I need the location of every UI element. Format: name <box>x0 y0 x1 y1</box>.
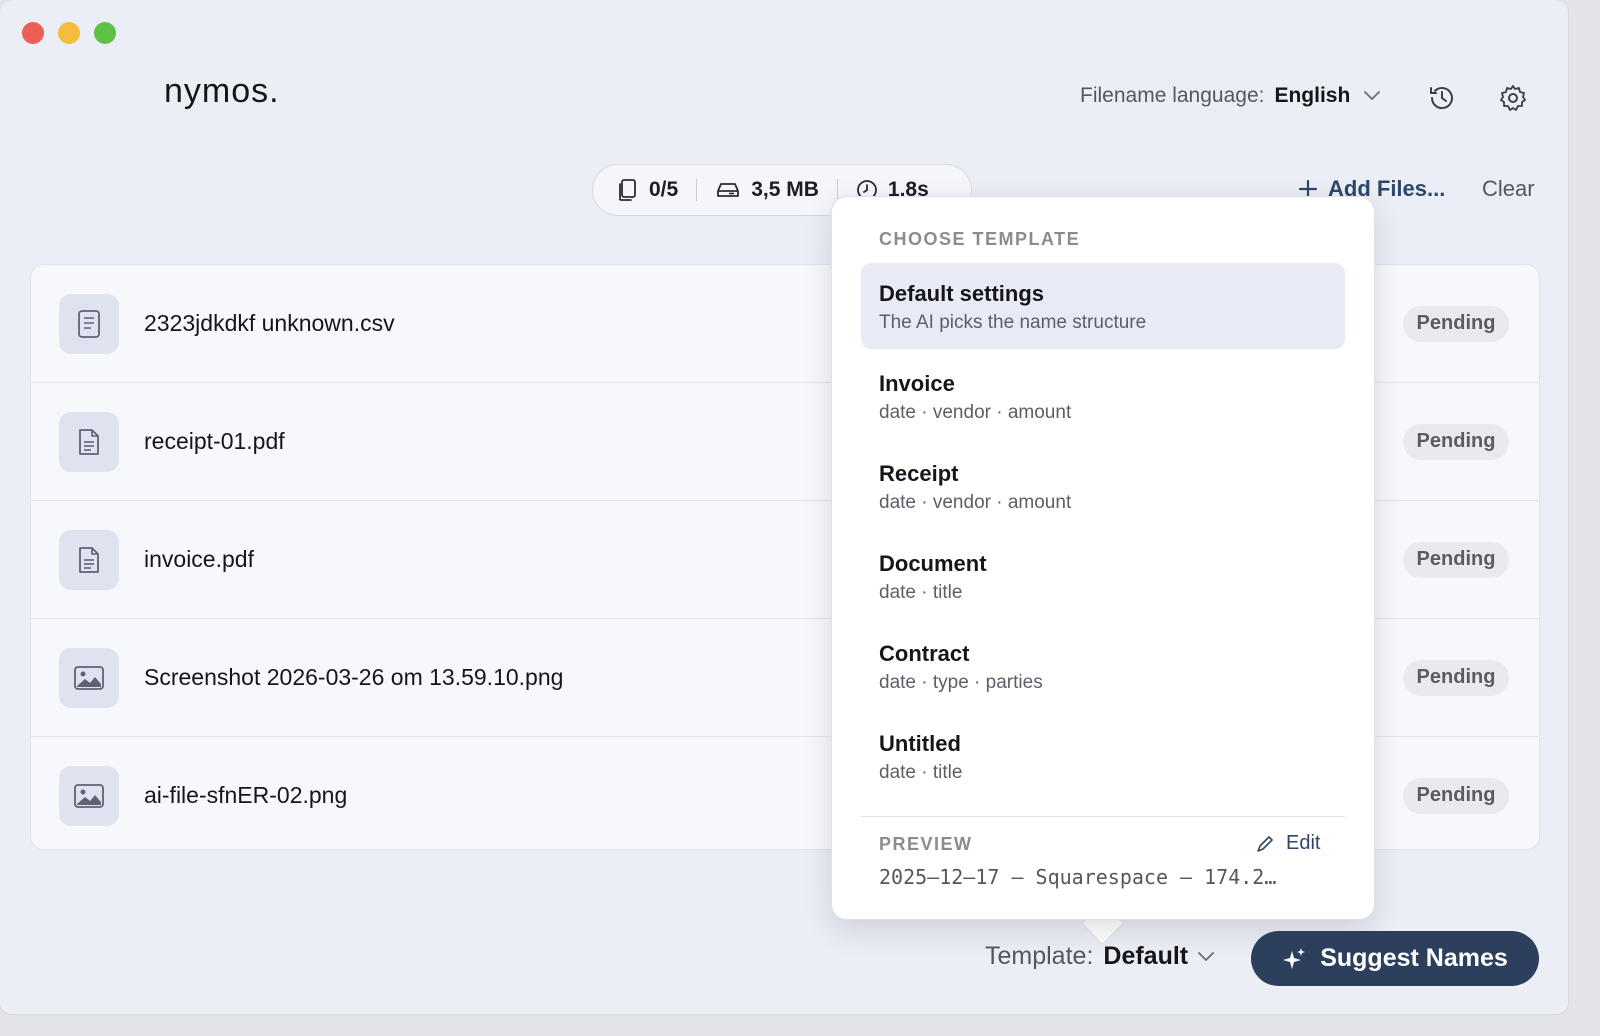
template-option-name: Invoice <box>879 371 955 396</box>
files-icon <box>619 179 636 201</box>
template-option-receipt[interactable]: Receipt date · vendor · amount <box>861 443 1345 529</box>
file-count-value: 0/5 <box>649 178 679 201</box>
size-stat: 3,5 MB <box>697 178 837 202</box>
size-value: 3,5 MB <box>751 178 819 201</box>
app-window: nymos. Filename language: English 0/5 3,… <box>0 0 1568 1014</box>
preview-filename: 2025–12–17 – Squarespace – 174.2… <box>879 865 1277 889</box>
template-option-name: Contract <box>879 641 970 666</box>
image-icon <box>74 783 104 808</box>
pencil-icon <box>1257 835 1273 852</box>
settings-button[interactable] <box>1495 80 1531 116</box>
zoom-window-button[interactable] <box>94 22 116 44</box>
template-option-desc: date · title <box>879 762 963 783</box>
app-logo: nymos. <box>164 72 280 110</box>
file-name: Screenshot 2026-03-26 om 13.59.10.png <box>144 664 564 690</box>
gear-icon <box>1500 85 1526 111</box>
template-option-untitled[interactable]: Untitled date · title <box>861 713 1345 799</box>
template-option-invoice[interactable]: Invoice date · vendor · amount <box>861 353 1345 439</box>
history-icon <box>1430 87 1453 110</box>
drive-icon <box>717 183 740 197</box>
file-name: receipt-01.pdf <box>144 428 285 454</box>
template-select[interactable]: Template: Default <box>985 942 1215 971</box>
file-type-icon-box <box>59 411 119 472</box>
edit-template-button[interactable]: Edit <box>1256 832 1320 855</box>
window-controls <box>22 22 116 44</box>
template-option-desc: date · type · parties <box>879 672 1043 693</box>
status-badge: Pending <box>1403 423 1509 460</box>
sparkle-icon <box>1283 947 1306 969</box>
document-icon <box>79 546 99 573</box>
status-badge: Pending <box>1403 659 1509 696</box>
file-name: 2323jdkdkf unknown.csv <box>144 310 395 336</box>
template-option-desc: The AI picks the name structure <box>879 312 1147 333</box>
file-count-stat: 0/5 <box>617 178 696 202</box>
suggest-names-label: Suggest Names <box>1320 944 1508 972</box>
spreadsheet-icon <box>78 309 100 338</box>
template-select-label: Template: <box>985 942 1094 970</box>
filename-language-label: Filename language: <box>1080 84 1265 107</box>
file-type-icon-box <box>59 293 119 354</box>
template-option-desc: date · vendor · amount <box>879 402 1072 423</box>
status-badge: Pending <box>1403 541 1509 578</box>
template-option-name: Document <box>879 551 987 576</box>
history-button[interactable] <box>1424 80 1460 116</box>
file-name: ai-file-sfnER-02.png <box>144 782 348 808</box>
template-option-name: Receipt <box>879 461 959 486</box>
minimize-window-button[interactable] <box>58 22 80 44</box>
chevron-down-icon <box>1364 91 1381 100</box>
status-badge: Pending <box>1403 305 1509 342</box>
preview-title: PREVIEW <box>879 834 973 854</box>
popover-divider <box>861 816 1345 817</box>
template-option-name: Default settings <box>879 281 1045 306</box>
filename-language-value: English <box>1274 84 1351 107</box>
template-option-name: Untitled <box>879 731 961 756</box>
clear-button[interactable]: Clear <box>1482 176 1535 202</box>
file-type-icon-box <box>59 765 119 826</box>
file-name: invoice.pdf <box>144 546 254 572</box>
close-window-button[interactable] <box>22 22 44 44</box>
image-icon <box>74 665 104 690</box>
template-option-contract[interactable]: Contract date · type · parties <box>861 623 1345 709</box>
template-option-document[interactable]: Document date · title <box>861 533 1345 619</box>
document-icon <box>79 428 99 455</box>
template-select-value: Default <box>1103 942 1189 970</box>
status-badge: Pending <box>1403 777 1509 814</box>
chevron-down-icon <box>1198 951 1215 961</box>
template-option-default[interactable]: Default settings The AI picks the name s… <box>861 263 1345 349</box>
popover-title: CHOOSE TEMPLATE <box>879 229 1081 249</box>
file-type-icon-box <box>59 529 119 590</box>
template-popover: CHOOSE TEMPLATE Default settings The AI … <box>831 196 1375 920</box>
template-option-desc: date · title <box>879 582 963 603</box>
edit-label: Edit <box>1286 832 1321 854</box>
suggest-names-button[interactable]: Suggest Names <box>1251 931 1539 986</box>
file-type-icon-box <box>59 647 119 708</box>
template-option-desc: date · vendor · amount <box>879 492 1072 513</box>
filename-language-select[interactable]: Filename language: English <box>1080 84 1381 108</box>
